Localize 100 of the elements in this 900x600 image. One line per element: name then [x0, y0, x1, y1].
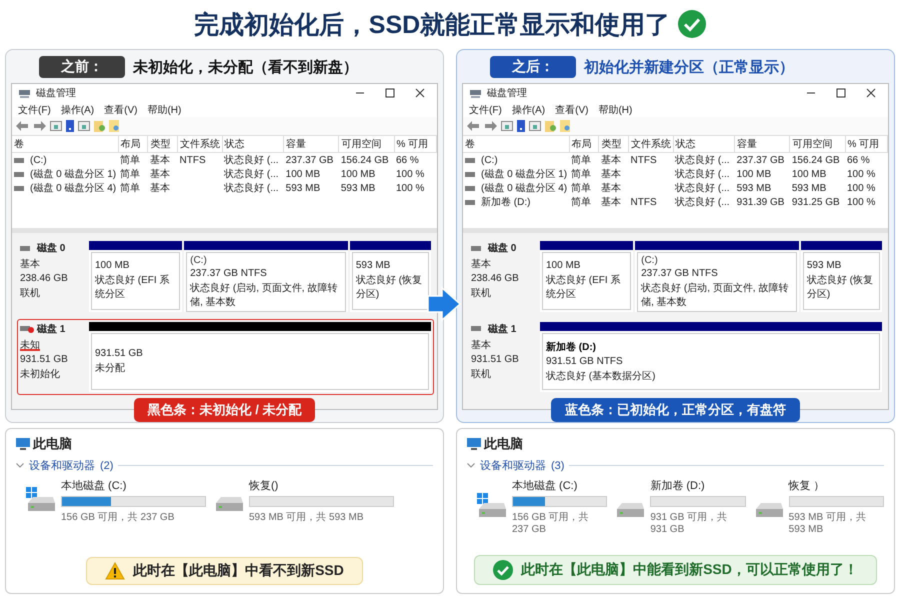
- column-header[interactable]: 布局: [569, 136, 599, 152]
- table-cell: 简单: [571, 155, 592, 166]
- table-cell: 简单: [571, 183, 592, 194]
- column-header[interactable]: 卷: [463, 136, 570, 152]
- folder-icon[interactable]: [560, 120, 571, 132]
- table-cell: NTFS: [180, 154, 206, 166]
- folder-icon[interactable]: [109, 120, 120, 132]
- partition[interactable]: 593 MB 状态良好 (恢复分区): [800, 241, 882, 312]
- table-cell: 100 %: [847, 196, 876, 208]
- group-count: (2): [100, 460, 114, 472]
- column-header[interactable]: 类型: [598, 136, 629, 152]
- table-cell: 基本: [600, 155, 621, 166]
- column-header[interactable]: 状态: [222, 136, 284, 152]
- chevron-down-icon[interactable]: [16, 463, 24, 468]
- document-icon[interactable]: [94, 120, 105, 132]
- column-header[interactable]: 卷: [12, 136, 118, 152]
- column-header[interactable]: 类型: [148, 136, 178, 152]
- partition-info: 状态良好 (基本数据分区): [546, 370, 656, 383]
- page-title: 完成初始化后，SSD就能正常显示和使用了: [194, 10, 670, 40]
- table-cell: 237.37 GB: [286, 154, 334, 166]
- partition-info: 593 MB: [806, 260, 842, 272]
- table-cell: NTFS: [630, 196, 657, 208]
- partition-info: 931.51 GB NTFS: [546, 356, 624, 367]
- forward-arrow-icon[interactable]: [484, 121, 497, 131]
- window-icon[interactable]: [78, 121, 90, 131]
- document-icon[interactable]: [545, 120, 556, 132]
- window-icon[interactable]: [50, 121, 62, 131]
- disk-name: 磁盘 1: [37, 322, 66, 336]
- partition[interactable]: 931.51 GB 未分配: [89, 322, 431, 392]
- column-header[interactable]: 文件系统: [628, 136, 674, 152]
- disk-info: 未初始化: [20, 368, 60, 380]
- close-icon[interactable]: [866, 88, 876, 98]
- window-title: 磁盘管理: [487, 87, 527, 100]
- disk-name: 磁盘 0: [488, 242, 516, 255]
- table-cell: 593 MB: [286, 182, 320, 194]
- partition-info: 状态良好 (EFI 系统分区: [95, 274, 170, 302]
- check-icon: [678, 10, 706, 38]
- drive-name[interactable]: 本地磁盘 (C:): [61, 478, 206, 493]
- table-cell: 基本: [600, 183, 621, 194]
- window-icon[interactable]: [501, 121, 513, 131]
- callout-label: 蓝色条：已初始化，正常分区，有盘符: [551, 398, 800, 422]
- back-arrow-icon[interactable]: [16, 121, 29, 131]
- column-header[interactable]: 容量: [734, 136, 790, 152]
- partition[interactable]: 100 MB 状态良好 (EFI 系统分区: [540, 241, 634, 312]
- menu-item[interactable]: 查看(V): [555, 102, 588, 116]
- column-header[interactable]: 文件系统: [178, 136, 222, 152]
- column-header[interactable]: 布局: [118, 136, 148, 152]
- partition[interactable]: 新加卷 (D:) 931.51 GB NTFS 状态良好 (基本数据分区): [540, 322, 882, 392]
- chevron-down-icon[interactable]: [467, 463, 475, 468]
- column-header[interactable]: 可用空间: [790, 136, 845, 152]
- drive-name[interactable]: 恢复(): [249, 478, 394, 493]
- partition-info: 状态良好 (启动, 页面文件, 故障转储, 基本数: [190, 282, 338, 309]
- maximize-icon[interactable]: [836, 88, 846, 98]
- column-header[interactable]: % 可用: [394, 136, 436, 152]
- table-cell: NTFS: [630, 154, 657, 166]
- section-heading: 初始化并新建分区（正常显示）: [584, 58, 794, 76]
- menu-item[interactable]: 帮助(H): [147, 102, 182, 116]
- monitor-icon: [467, 438, 481, 450]
- partition[interactable]: (C:) 237.37 GB NTFS 状态良好 (启动, 页面文件, 故障转储, 基本数: [635, 241, 799, 312]
- menu-item[interactable]: 帮助(H): [598, 102, 632, 116]
- menu-item[interactable]: 操作(A): [512, 102, 546, 116]
- table-cell: 593 MB: [736, 182, 772, 194]
- back-arrow-icon[interactable]: [467, 121, 480, 131]
- column-header[interactable]: 容量: [284, 136, 339, 152]
- drive-name[interactable]: 本地磁盘 (C:): [512, 478, 608, 493]
- partition-info: 237.37 GB NTFS: [641, 268, 719, 279]
- forward-arrow-icon[interactable]: [33, 121, 46, 131]
- menu-item[interactable]: 查看(V): [104, 102, 138, 116]
- column-header[interactable]: % 可用: [845, 136, 888, 152]
- table-cell-text: (磁盘 0 磁盘分区 1): [30, 168, 116, 181]
- partition-info: 状态良好 (恢复分区): [806, 274, 874, 302]
- partition[interactable]: 593 MB 状态良好 (恢复分区): [350, 241, 431, 312]
- column-header[interactable]: 状态: [673, 136, 735, 152]
- window-title: 磁盘管理: [36, 87, 76, 100]
- table-cell-text: (磁盘 0 磁盘分区 4): [481, 182, 568, 195]
- menu-item[interactable]: 文件(F): [469, 102, 502, 116]
- table-cell: 状态良好 (...: [675, 155, 730, 166]
- table-cell: 100 MB: [286, 168, 320, 180]
- partition-info: 未分配: [95, 362, 126, 375]
- table-cell: 状态良好 (...: [224, 169, 279, 180]
- menu-item[interactable]: 操作(A): [60, 102, 94, 116]
- window-icon[interactable]: [529, 121, 541, 131]
- table-cell: 基本: [150, 169, 170, 180]
- table-cell: 基本: [150, 183, 170, 194]
- table-cell: 156.24 GB: [340, 154, 389, 166]
- disk-info: 基本: [20, 259, 40, 270]
- drive-name[interactable]: 新加卷 (D:): [650, 478, 746, 493]
- close-icon[interactable]: [415, 88, 425, 98]
- group-title[interactable]: 设备和驱动器: [29, 458, 95, 473]
- table-cell: 简单: [120, 169, 140, 180]
- maximize-icon[interactable]: [385, 88, 395, 98]
- partition-info: 593 MB: [356, 260, 392, 272]
- partition[interactable]: (C:) 237.37 GB NTFS 状态良好 (启动, 页面文件, 故障转储, 基本数: [184, 241, 348, 312]
- column-header[interactable]: 可用空间: [338, 136, 394, 152]
- partition[interactable]: 100 MB 状态良好 (EFI 系统分区: [89, 241, 182, 312]
- table-cell: 状态良好 (...: [224, 155, 279, 166]
- partition-info: 931.51 GB: [95, 348, 144, 359]
- group-title[interactable]: 设备和驱动器: [480, 458, 546, 473]
- drive-name[interactable]: 恢复 ）: [788, 478, 884, 493]
- menu-item[interactable]: 文件(F): [18, 102, 51, 116]
